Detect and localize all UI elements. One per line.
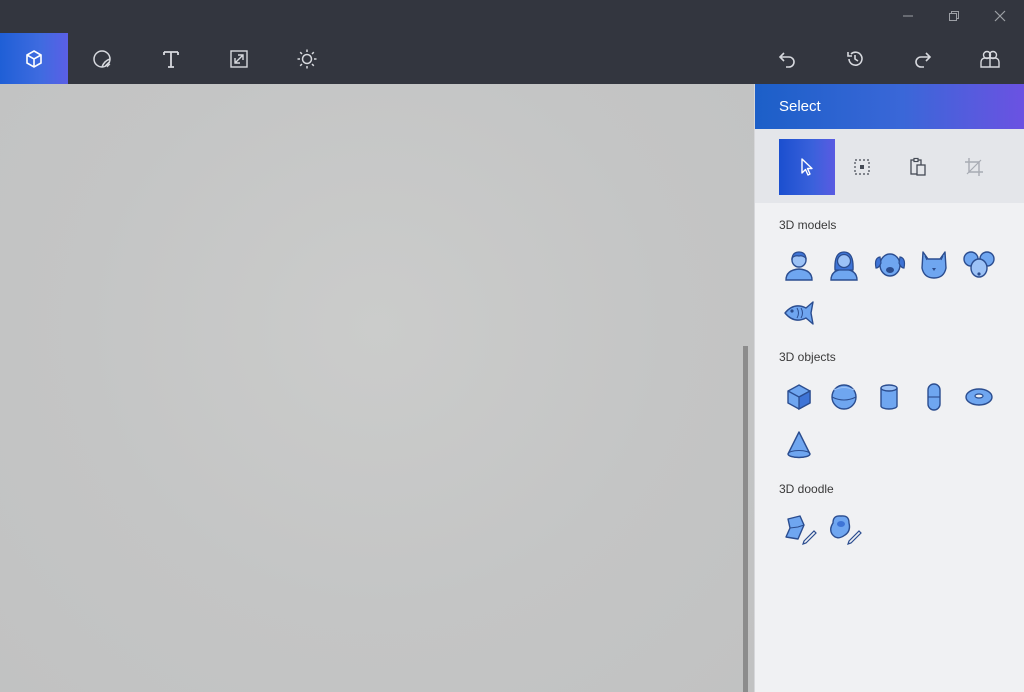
man-model-icon[interactable] [780,246,818,284]
cat-model-icon[interactable] [915,246,953,284]
cone-icon[interactable] [780,426,818,464]
select-pointer-icon[interactable] [779,139,835,195]
close-icon[interactable] [977,0,1023,32]
cube-icon[interactable] [780,378,818,416]
mouse-model-icon[interactable] [960,246,998,284]
effects-icon[interactable] [273,33,341,84]
3d-shapes-icon[interactable] [0,33,68,84]
sphere-icon[interactable] [825,378,863,416]
capsule-icon[interactable] [915,378,953,416]
canvas-icon[interactable] [205,33,273,84]
panel-title: Select [755,84,1024,129]
undo-icon[interactable] [753,33,821,84]
objects-section-title: 3D objects [779,350,836,364]
donut-icon[interactable] [960,378,998,416]
history-icon[interactable] [821,33,889,84]
canvas-scrollbar[interactable] [743,346,748,692]
minimize-icon[interactable] [885,0,931,32]
dog-model-icon[interactable] [871,246,909,284]
paste-icon[interactable] [890,139,946,195]
app-toolbar [0,0,1024,84]
soft-edge-doodle-icon[interactable] [825,510,865,548]
cylinder-icon[interactable] [870,378,908,416]
text-icon[interactable] [137,33,205,84]
fish-model-icon[interactable] [780,294,818,332]
models-section-title: 3D models [779,218,837,232]
woman-model-icon[interactable] [825,246,863,284]
redo-icon[interactable] [889,33,957,84]
restore-icon[interactable] [931,0,977,32]
crop-icon[interactable] [946,139,1002,195]
doodle-section-title: 3D doodle [779,482,834,496]
3d-canvas[interactable] [0,84,754,692]
remix3d-icon[interactable] [956,33,1024,84]
sharp-edge-doodle-icon[interactable] [780,510,820,548]
select-panel: Select 3D models 3D objects 3D doodle [754,84,1024,692]
stickers-icon[interactable] [68,33,136,84]
select-tools-row [755,129,1024,203]
marquee-select-icon[interactable] [834,139,890,195]
